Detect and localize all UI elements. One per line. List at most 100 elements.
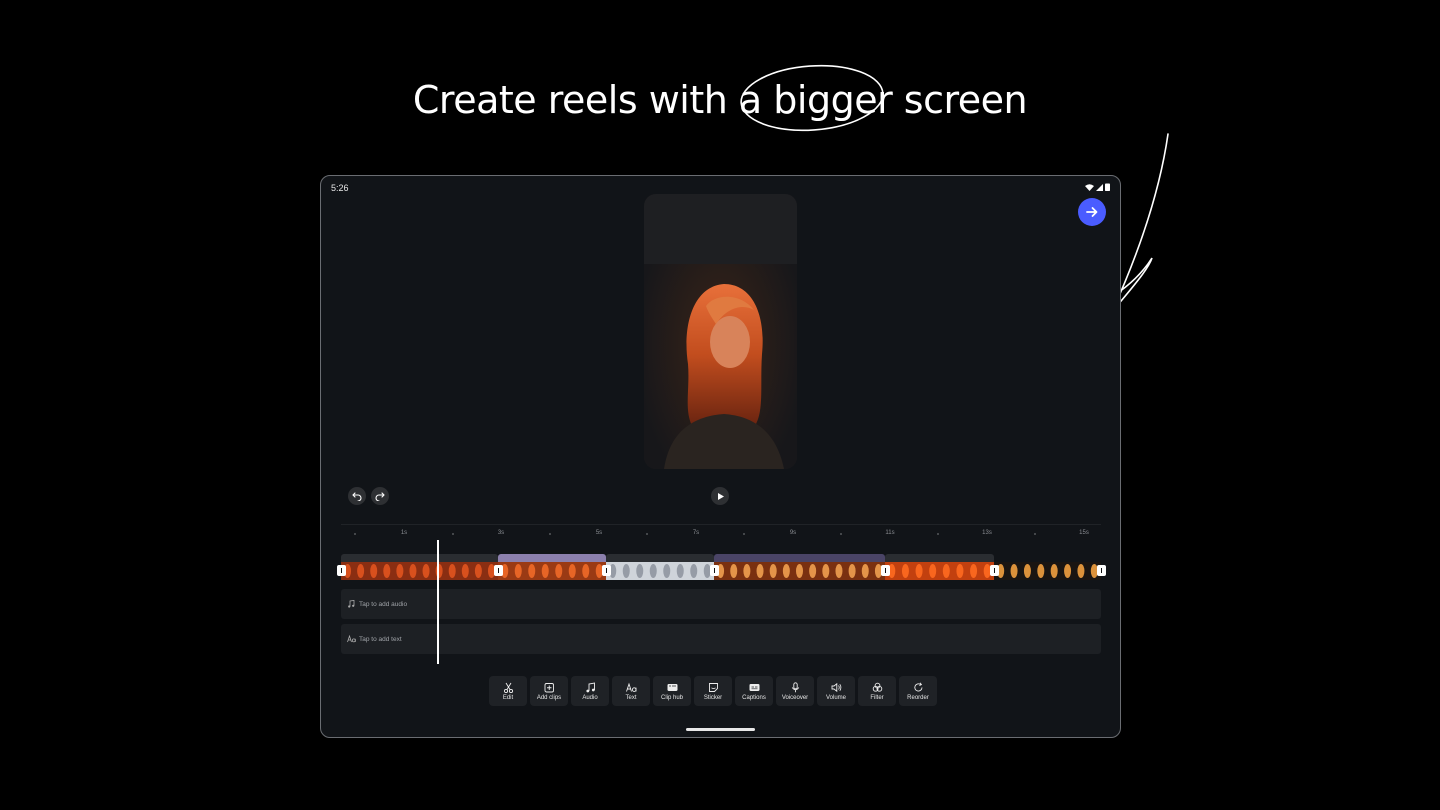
- ruler-tick-dot: [1034, 533, 1036, 535]
- redo-button[interactable]: [371, 487, 389, 505]
- video-preview[interactable]: [644, 194, 797, 469]
- video-clip[interactable]: [498, 554, 606, 582]
- clip-trim-handle[interactable]: [602, 565, 611, 576]
- tool-label: Reorder: [907, 694, 929, 701]
- clip-trim-handle[interactable]: [337, 565, 346, 576]
- undo-icon: [352, 492, 362, 501]
- clip-band: [885, 554, 994, 562]
- text-aa-icon: [625, 682, 637, 693]
- tool-label: Filter: [870, 694, 884, 701]
- video-clips-track[interactable]: [337, 554, 1106, 582]
- ruler-tick-label: 9s: [789, 530, 797, 536]
- clip-trim-handle[interactable]: [710, 565, 719, 576]
- text-aa-icon: [346, 634, 356, 644]
- speaker-icon: [831, 682, 842, 693]
- tool-edit-button[interactable]: Edit: [489, 676, 527, 706]
- ruler-tick-dot: [354, 533, 356, 535]
- home-indicator[interactable]: [686, 728, 755, 731]
- ruler-tick-dot: [937, 533, 939, 535]
- ruler-tick-label: 7s: [692, 530, 700, 536]
- tool-clip-hub-button[interactable]: Clip hub: [653, 676, 691, 706]
- undo-button[interactable]: [348, 487, 366, 505]
- text-lane[interactable]: Tap to add text: [341, 624, 1101, 654]
- video-clip[interactable]: [606, 554, 714, 582]
- tablet-device: 5:26 1s 3s 5s 7s 9s 11s 13s 15s Tap to a…: [320, 175, 1121, 738]
- ruler-tick-label: 5s: [595, 530, 603, 536]
- status-icons: [1085, 183, 1110, 191]
- tool-captions-button[interactable]: Captions: [735, 676, 773, 706]
- next-button[interactable]: [1078, 198, 1106, 226]
- ruler-tick-label: 13s: [982, 530, 992, 536]
- timeline-ruler[interactable]: 1s 3s 5s 7s 9s 11s 13s 15s: [341, 524, 1101, 539]
- ruler-tick-label: 1s: [400, 530, 408, 536]
- ruler-tick-dot: [840, 533, 842, 535]
- reorder-icon: [913, 682, 924, 693]
- tool-label: Volume: [825, 694, 846, 701]
- video-clip[interactable]: [341, 554, 498, 582]
- tool-label: Edit: [502, 694, 514, 701]
- add-clip-icon: [544, 682, 555, 693]
- ruler-tick-label: 11s: [885, 530, 895, 536]
- tool-reorder-button[interactable]: Reorder: [899, 676, 937, 706]
- tool-label: Clip hub: [660, 694, 683, 701]
- video-clip[interactable]: [994, 554, 1101, 582]
- headline: Create reels with a bigger screen: [412, 78, 1028, 122]
- ruler-tick-dot: [646, 533, 648, 535]
- sticker-icon: [708, 682, 719, 693]
- audio-lane-label: Tap to add audio: [359, 600, 408, 608]
- scissors-icon: [503, 682, 514, 693]
- video-clip[interactable]: [885, 554, 994, 582]
- preview-frame: [644, 194, 797, 469]
- tool-label: Add clips: [536, 694, 562, 701]
- wifi-icon: [1085, 183, 1094, 191]
- playhead[interactable]: [437, 540, 439, 664]
- signal-icon: [1096, 183, 1103, 191]
- clip-thumbnails: [498, 562, 606, 580]
- clip-thumbnails: [714, 562, 885, 580]
- status-time: 5:26: [331, 183, 349, 193]
- tool-label: Voiceover: [781, 694, 809, 701]
- clip-trim-handle[interactable]: [990, 565, 999, 576]
- tool-add-clips-button[interactable]: Add clips: [530, 676, 568, 706]
- tool-label: Captions: [742, 694, 766, 701]
- ruler-tick-dot: [452, 533, 454, 535]
- tool-text-button[interactable]: Text: [612, 676, 650, 706]
- video-clip[interactable]: [714, 554, 885, 582]
- filter-icon: [872, 682, 883, 693]
- tool-audio-button[interactable]: Audio: [571, 676, 609, 706]
- tool-label: Text: [625, 694, 637, 701]
- captions-icon: [749, 682, 760, 693]
- clip-band: [498, 554, 606, 562]
- clip-hub-icon: [667, 682, 678, 693]
- arrow-right-icon: [1086, 207, 1098, 217]
- music-note-icon: [585, 681, 596, 693]
- play-button[interactable]: [711, 487, 729, 505]
- clip-band: [714, 554, 885, 562]
- tool-voiceover-button[interactable]: Voiceover: [776, 676, 814, 706]
- text-lane-label: Tap to add text: [359, 635, 402, 643]
- tool-label: Sticker: [703, 694, 723, 701]
- clip-trim-handle[interactable]: [1097, 565, 1106, 576]
- play-icon: [717, 492, 724, 500]
- clip-band: [994, 554, 1101, 562]
- microphone-icon: [790, 681, 801, 693]
- ruler-tick-label: 3s: [497, 530, 505, 536]
- ruler-tick-dot: [549, 533, 551, 535]
- clip-band: [341, 554, 498, 562]
- clip-thumbnails: [606, 562, 714, 580]
- clip-thumbnails: [885, 562, 994, 580]
- redo-icon: [375, 492, 385, 501]
- clip-thumbnails: [341, 562, 498, 580]
- tool-volume-button[interactable]: Volume: [817, 676, 855, 706]
- clip-trim-handle[interactable]: [881, 565, 890, 576]
- clip-trim-handle[interactable]: [494, 565, 503, 576]
- tool-sticker-button[interactable]: Sticker: [694, 676, 732, 706]
- tool-filter-button[interactable]: Filter: [858, 676, 896, 706]
- clip-thumbnails: [994, 562, 1101, 580]
- clip-band: [606, 554, 714, 562]
- battery-icon: [1105, 183, 1110, 191]
- tool-label: Audio: [582, 694, 598, 701]
- ruler-tick-dot: [743, 533, 745, 535]
- music-note-icon: [346, 599, 356, 609]
- audio-lane[interactable]: Tap to add audio: [341, 589, 1101, 619]
